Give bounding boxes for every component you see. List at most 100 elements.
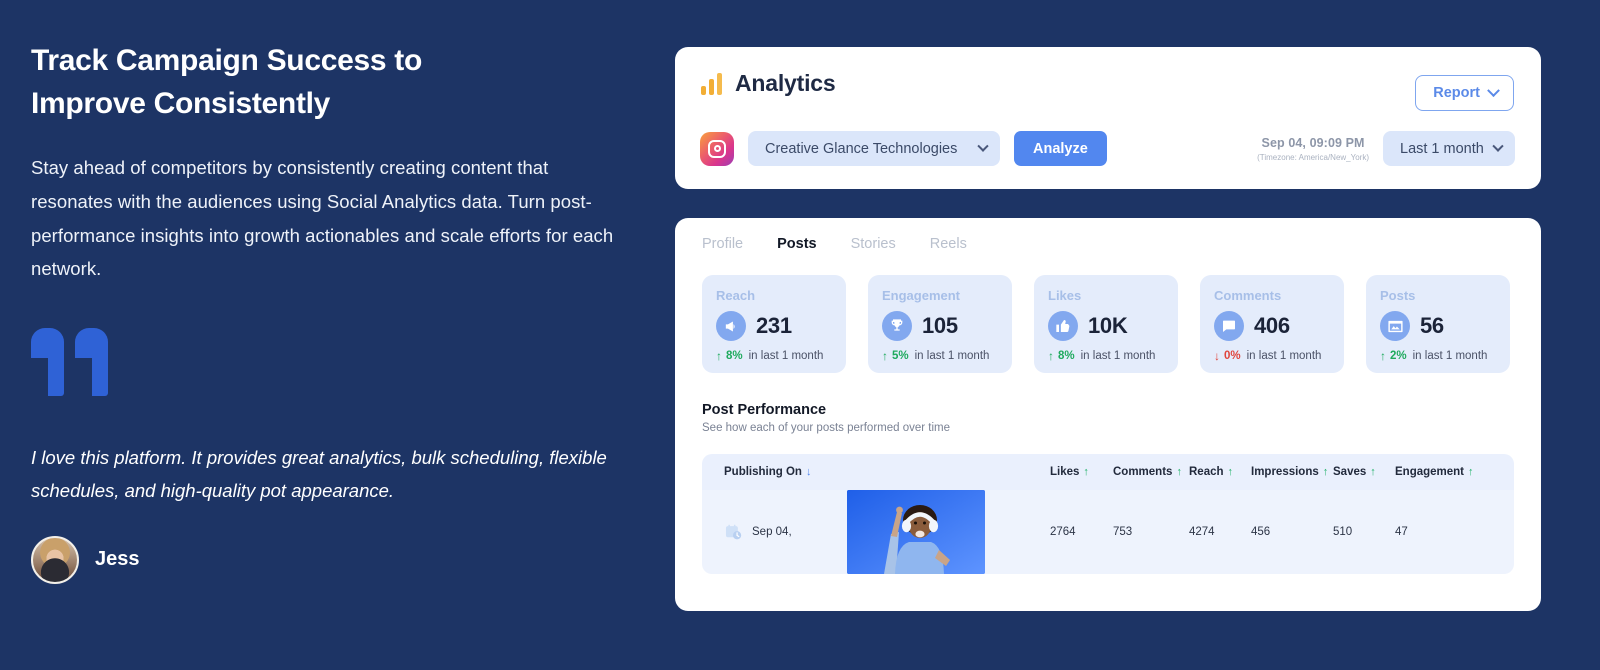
analytics-header-card: Analytics Report Creative Glance Technol… (675, 47, 1541, 189)
headline-line-2: Improve Consistently (31, 86, 331, 120)
metric-card-reach: Reach 231 ↑ 8% in last 1 month (702, 275, 846, 373)
chevron-down-icon (977, 140, 989, 152)
post-performance-title: Post Performance (702, 402, 827, 418)
tab-bar: Profile Posts Stories Reels (702, 236, 967, 252)
metric-pct: 8% (726, 350, 743, 362)
arrow-up-icon: ↑ (1048, 349, 1054, 363)
metric-pct: 5% (892, 350, 909, 362)
metric-card-row: Reach 231 ↑ 8% in last 1 month Engagemen… (702, 275, 1510, 373)
metric-value: 231 (756, 313, 792, 338)
analytics-controls: Creative Glance Technologies Analyze (700, 131, 1107, 166)
arrow-up-icon: ↑ (882, 349, 888, 363)
page-title: Track Campaign Success to Improve Consis… (31, 40, 621, 125)
metric-card-posts: Posts 56 ↑ 2% in last 1 month (1366, 275, 1510, 373)
metric-pct: 2% (1390, 350, 1407, 362)
table-header-row: Publishing On ↓ Likes ↑ Comments ↑ Reach… (702, 454, 1514, 490)
profile-select[interactable]: Creative Glance Technologies (748, 131, 1000, 166)
promo-screenshot: Track Campaign Success to Improve Consis… (0, 0, 1600, 670)
quote-mark-icon (31, 327, 621, 396)
metric-label: Likes (1048, 288, 1082, 303)
author-name: Jess (95, 548, 140, 571)
testimonial-author: Jess (31, 535, 621, 584)
metric-card-likes: Likes 10K ↑ 8% in last 1 month (1034, 275, 1178, 373)
arrow-up-icon: ↑ (716, 349, 722, 363)
profile-select-value: Creative Glance Technologies (765, 140, 958, 157)
hero-column: Track Campaign Success to Improve Consis… (31, 40, 621, 584)
metric-note: in last 1 month (1412, 350, 1488, 362)
column-header-publishing-on[interactable]: Publishing On ↓ (702, 466, 847, 478)
sort-asc-icon: ↑ (1370, 465, 1376, 478)
trophy-icon (882, 311, 912, 341)
analytics-content-card: Profile Posts Stories Reels Reach 231 ↑ … (675, 218, 1541, 611)
metric-change: ↑ 8% in last 1 month (1048, 350, 1155, 362)
sort-asc-icon: ↑ (1322, 465, 1329, 478)
image-icon (1380, 311, 1410, 341)
hero-body-text: Stay ahead of competitors by consistentl… (31, 157, 614, 280)
sort-desc-icon: ↓ (805, 465, 812, 478)
metric-note: in last 1 month (914, 350, 990, 362)
metric-label: Comments (1214, 288, 1282, 303)
cell-likes: 2764 (1050, 526, 1076, 538)
metric-note: in last 1 month (1080, 350, 1156, 362)
thumbs-up-icon (1048, 311, 1078, 341)
metric-label: Engagement (882, 288, 961, 303)
cell-impressions: 456 (1251, 526, 1271, 538)
calendar-clock-icon (724, 523, 743, 542)
column-header-comments[interactable]: Comments ↑ (1113, 466, 1189, 478)
column-header-impressions[interactable]: Impressions ↑ (1251, 466, 1333, 478)
analyze-button[interactable]: Analyze (1014, 131, 1107, 166)
metric-pct: 0% (1224, 350, 1241, 362)
chevron-down-icon (1487, 83, 1500, 97)
metric-change: ↑ 5% in last 1 month (882, 350, 989, 362)
metric-note: in last 1 month (1246, 350, 1322, 362)
metric-note: in last 1 month (748, 350, 824, 362)
post-thumbnail-image[interactable] (847, 490, 985, 574)
tab-profile[interactable]: Profile (702, 236, 743, 252)
sort-asc-icon: ↑ (1176, 465, 1182, 478)
headline-line-1: Track Campaign Success to (31, 44, 422, 77)
sort-asc-icon: ↑ (1227, 465, 1234, 478)
column-header-reach[interactable]: Reach ↑ (1189, 466, 1251, 478)
date-range-select[interactable]: Last 1 month (1383, 131, 1515, 166)
table-row[interactable]: Sep 04, 2764 753 4274 456 510 47 (702, 490, 1514, 574)
sort-asc-icon: ↑ (1083, 465, 1089, 478)
tab-reels[interactable]: Reels (930, 236, 967, 252)
timezone-label: (Timezone: America/New_York) (1257, 152, 1369, 162)
cell-publishing-on: Sep 04, (702, 523, 847, 542)
datetime-value: Sep 04, 09:09 PM (1261, 135, 1365, 150)
metric-card-comments: Comments 406 ↓ 0% in last 1 month (1200, 275, 1344, 373)
tab-posts[interactable]: Posts (777, 236, 817, 252)
cell-saves: 510 (1333, 526, 1353, 538)
column-header-likes[interactable]: Likes ↑ (1050, 466, 1113, 478)
column-header-engagement[interactable]: Engagement ↑ (1395, 466, 1495, 478)
sort-asc-icon: ↑ (1468, 465, 1474, 478)
post-performance-subtitle: See how each of your posts performed ove… (702, 422, 951, 434)
analytics-brand: Analytics (701, 70, 836, 97)
metric-value: 10K (1088, 313, 1128, 338)
column-label: Engagement (1395, 466, 1465, 478)
column-header-saves[interactable]: Saves ↑ (1333, 466, 1395, 478)
report-button-label: Report (1433, 85, 1480, 101)
cell-thumbnail[interactable] (847, 490, 1050, 574)
cell-reach: 4274 (1189, 526, 1215, 538)
date-range-value: Last 1 month (1400, 140, 1484, 157)
avatar (31, 535, 79, 584)
comment-icon (1214, 311, 1244, 341)
tab-stories[interactable]: Stories (851, 236, 896, 252)
column-label: Impressions (1251, 466, 1319, 478)
report-button[interactable]: Report (1415, 75, 1514, 111)
arrow-down-icon: ↓ (1214, 349, 1220, 363)
column-label: Saves (1333, 466, 1367, 478)
arrow-up-icon: ↑ (1380, 349, 1386, 363)
instagram-icon[interactable] (700, 131, 734, 166)
metric-value: 56 (1420, 313, 1444, 338)
current-datetime: Sep 04, 09:09 PM (Timezone: America/New_… (1257, 136, 1369, 162)
testimonial-quote: I love this platform. It provides great … (31, 446, 607, 501)
metric-pct: 8% (1058, 350, 1075, 362)
metric-change: ↓ 0% in last 1 month (1214, 350, 1321, 362)
cell-comments: 753 (1113, 526, 1133, 538)
column-label: Likes (1050, 466, 1080, 478)
column-label: Publishing On (724, 466, 802, 478)
chevron-down-icon (1492, 140, 1504, 152)
metric-change: ↑ 8% in last 1 month (716, 350, 823, 362)
